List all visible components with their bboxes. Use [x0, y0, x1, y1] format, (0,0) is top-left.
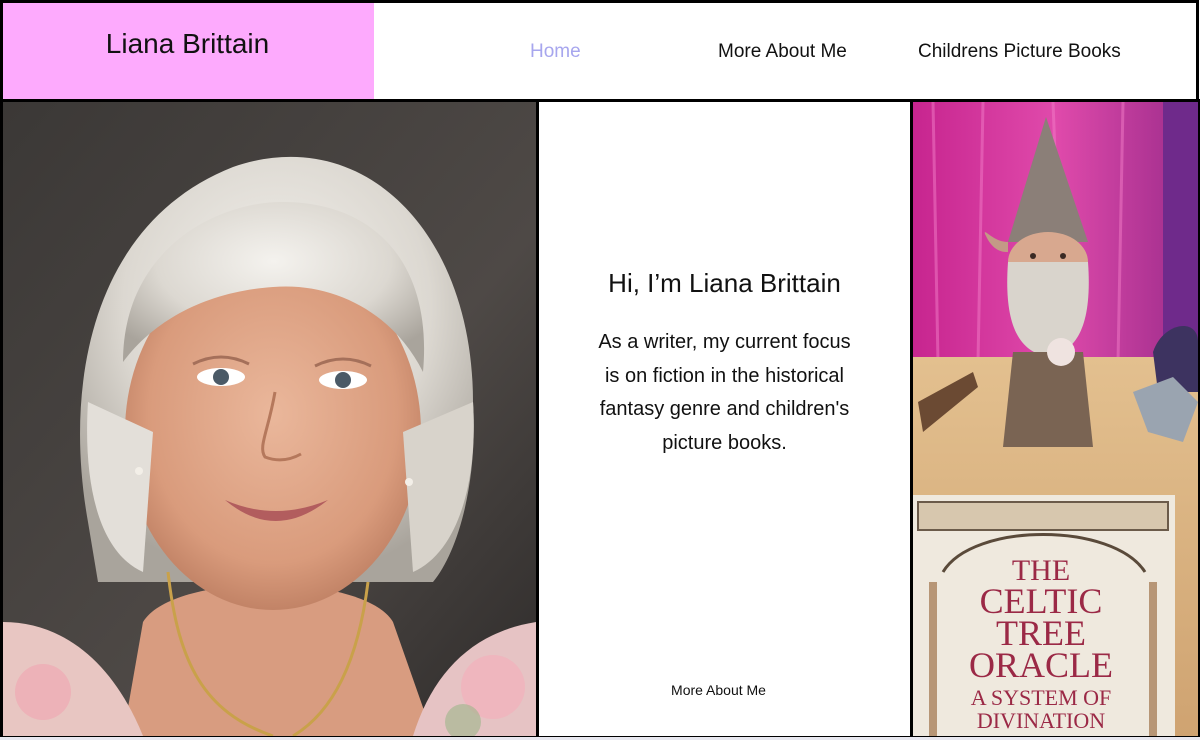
- nav-item-home[interactable]: Home: [530, 41, 581, 63]
- book-subtitle-line1: A SYSTEM OF: [971, 685, 1112, 710]
- site-header: Liana Brittain Home More About Me Childr…: [0, 0, 1200, 102]
- author-portrait: [3, 102, 536, 736]
- main-nav: Home More About Me Childrens Picture Boo…: [374, 0, 1199, 102]
- more-about-me-link[interactable]: More About Me: [539, 682, 898, 698]
- intro-heading: Hi, I’m Liana Brittain: [608, 268, 841, 298]
- book-title-line4: ORACLE: [969, 645, 1113, 685]
- content-grid: Hi, I’m Liana Brittain As a writer, my c…: [0, 99, 1200, 740]
- nav-item-childrens-picture-books[interactable]: Childrens Picture Books: [918, 41, 1121, 63]
- author-portrait-image: [3, 102, 536, 736]
- nav-item-more-about-me[interactable]: More About Me: [718, 41, 847, 63]
- site-title[interactable]: Liana Brittain: [106, 28, 269, 60]
- gnome-book-image: THE CELTIC TREE ORACLE A SYSTEM OF DIVIN…: [913, 102, 1198, 736]
- site-logo[interactable]: Liana Brittain: [0, 0, 377, 102]
- book-subtitle-line2: DIVINATION: [977, 708, 1105, 733]
- intro-panel: Hi, I’m Liana Brittain As a writer, my c…: [539, 102, 910, 736]
- intro-text: As a writer, my current focus is on fict…: [598, 331, 851, 454]
- gnome-book-photo: THE CELTIC TREE ORACLE A SYSTEM OF DIVIN…: [913, 102, 1198, 736]
